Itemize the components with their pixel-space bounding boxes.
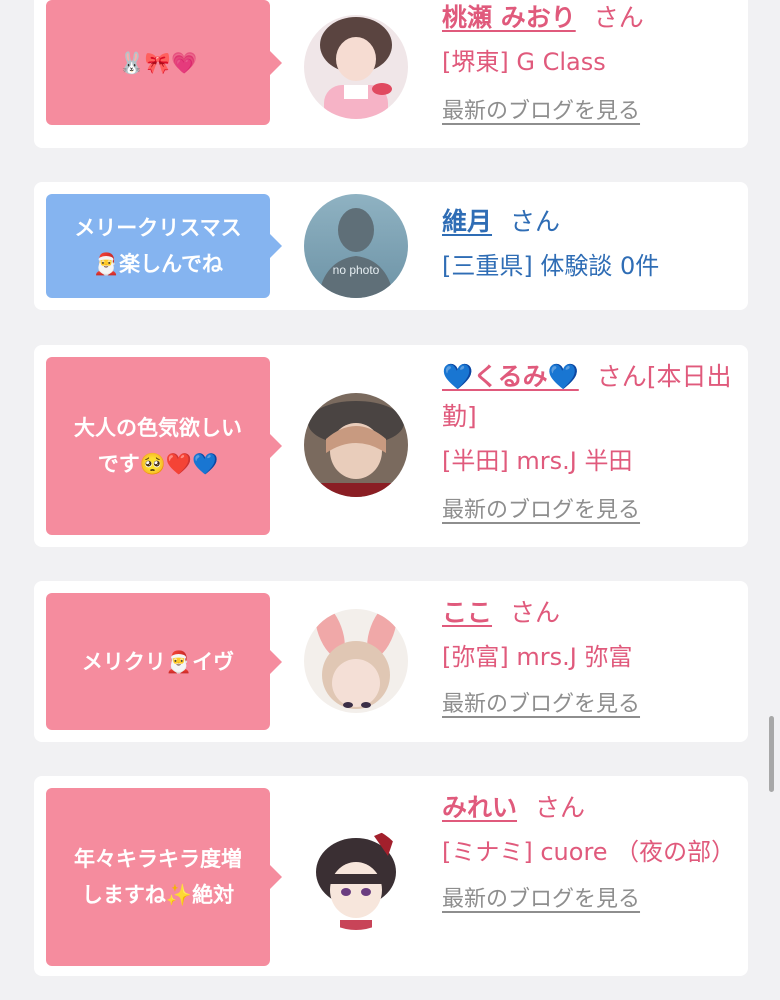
honorific: さん [535, 793, 586, 822]
therapist-name-link[interactable]: 💙くるみ💙 [442, 362, 579, 391]
avatar[interactable] [304, 609, 408, 713]
latest-blog-link[interactable]: 最新のブログを見る [442, 884, 640, 916]
honorific: さん [593, 3, 644, 32]
therapist-card[interactable]: メリクリ🎅イヴ ここ さん [弥富] mrs.J 弥富 最新のブログを見る [34, 581, 748, 742]
therapist-card[interactable]: 🐰🎀💗 桃瀬 みおり さん [堺東] G Class 最新のブログを見る [34, 0, 748, 148]
latest-blog-link[interactable]: 最新のブログを見る [442, 495, 640, 527]
avatar[interactable]: no photo [304, 194, 408, 298]
therapist-card[interactable]: 年々キラキラ度増 しますね✨絶対 みれい さん [ミナミ] cuore （夜の部）… [34, 776, 748, 976]
avatar[interactable] [304, 826, 408, 930]
shop-label: [堺東] G Class [442, 48, 606, 76]
message-bubble: 年々キラキラ度増 しますね✨絶対 [46, 788, 282, 966]
therapist-name-link[interactable]: 維月 [442, 207, 492, 236]
message-bubble: 🐰🎀💗 [46, 0, 282, 125]
shop-label: [三重県] 体験談 0件 [442, 252, 660, 280]
honorific: さん [510, 598, 561, 627]
shop-label: [ミナミ] cuore （夜の部） [442, 838, 736, 866]
therapist-card[interactable]: メリークリスマス 🎅楽しんでね no photo 維月 さん [三重県] 体験談 … [34, 182, 748, 310]
message-bubble: 大人の色気欲しい です🥺❤️💙 [46, 357, 282, 535]
scrollbar[interactable] [769, 716, 774, 792]
message-bubble: メリクリ🎅イヴ [46, 593, 282, 730]
therapist-name-link[interactable]: ここ [442, 598, 492, 627]
therapist-card[interactable]: 大人の色気欲しい です🥺❤️💙 💙くるみ💙 さん[本日出勤] [半田] mrs.J… [34, 345, 748, 547]
therapist-name-link[interactable]: 桃瀬 みおり [442, 3, 576, 32]
avatar[interactable] [304, 393, 408, 497]
honorific: さん [510, 207, 561, 236]
no-photo-text: no photo [333, 263, 380, 277]
shop-label: [半田] mrs.J 半田 [442, 447, 633, 475]
shop-label: [弥富] mrs.J 弥富 [442, 643, 633, 671]
message-bubble: メリークリスマス 🎅楽しんでね [46, 194, 282, 298]
latest-blog-link[interactable]: 最新のブログを見る [442, 689, 640, 721]
latest-blog-link[interactable]: 最新のブログを見る [442, 96, 640, 128]
therapist-name-link[interactable]: みれい [442, 793, 517, 822]
avatar[interactable] [304, 15, 408, 119]
